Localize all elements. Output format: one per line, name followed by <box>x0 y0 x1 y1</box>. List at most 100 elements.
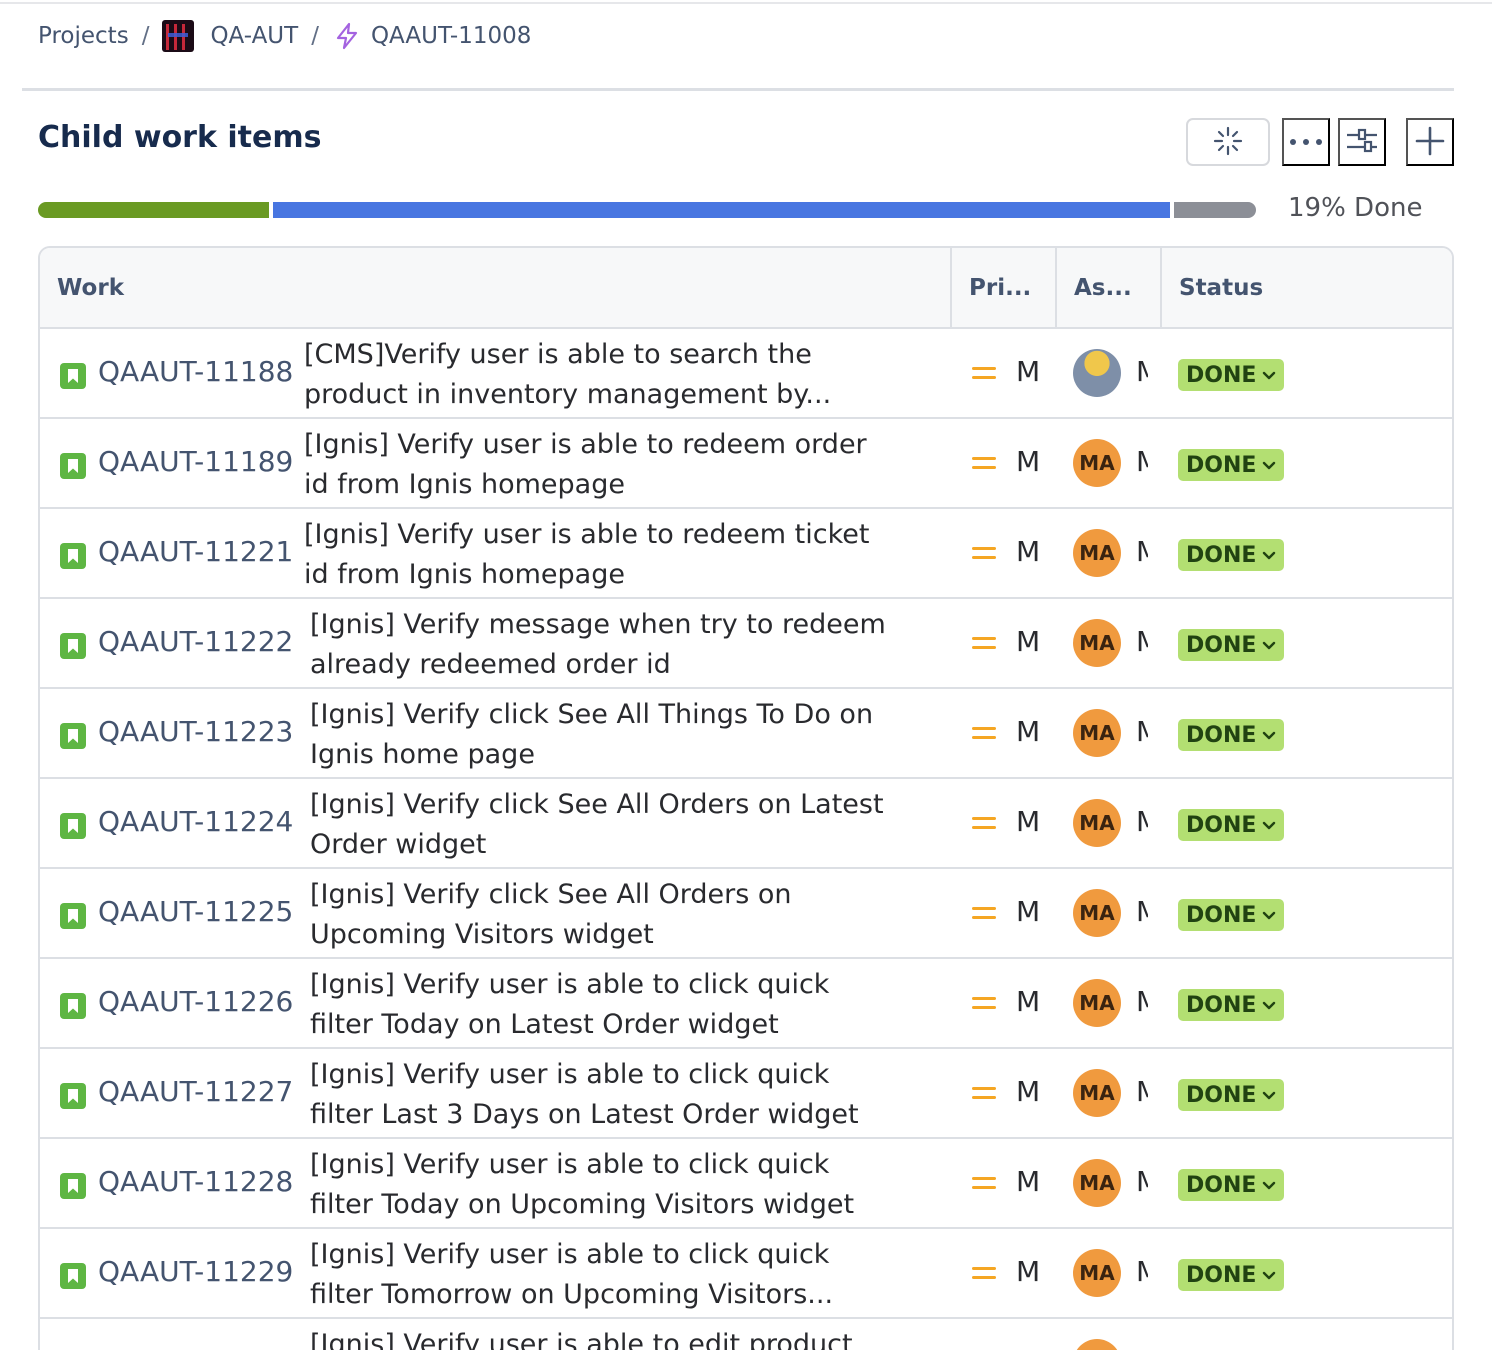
column-header-status[interactable]: Status <box>1160 248 1452 327</box>
priority-label: M <box>1016 1165 1041 1198</box>
table-row[interactable]: QAAUT-11225 [Ignis] Verify click See All … <box>40 869 1452 959</box>
assignee-avatar[interactable]: MA <box>1073 439 1121 487</box>
work-item-key[interactable]: QAAUT-11226 <box>98 985 293 1018</box>
ai-suggest-button[interactable] <box>1186 118 1270 166</box>
work-item-key[interactable]: QAAUT-11229 <box>98 1255 293 1288</box>
breadcrumb: Projects / QA-AUT / QAAUT-11008 <box>38 18 531 54</box>
status-dropdown[interactable]: DONE <box>1178 1259 1285 1291</box>
chevron-down-icon <box>1262 1088 1276 1102</box>
table-row[interactable]: QAAUT-11223 [Ignis] Verify click See All … <box>40 689 1452 779</box>
progress-label: 19% Done <box>1288 193 1423 223</box>
progress-done-segment <box>38 202 269 218</box>
status-label: DONE <box>1186 812 1257 838</box>
assignee-avatar[interactable] <box>1073 349 1121 397</box>
priority-medium-icon <box>972 725 996 741</box>
work-item-summary[interactable]: [CMS]Verify user is able to search the p… <box>304 335 890 415</box>
table-row[interactable]: QAAUT-11227 [Ignis] Verify user is able t… <box>40 1049 1452 1139</box>
column-header-work[interactable]: Work <box>40 248 950 327</box>
work-item-summary[interactable]: [Ignis] Verify message when try to redee… <box>310 605 896 685</box>
work-item-key[interactable]: QAAUT-11228 <box>98 1165 293 1198</box>
work-item-summary[interactable]: [Ignis] Verify user is able to redeem or… <box>304 425 890 505</box>
child-items-table: Work Pri... As... Status QAAUT-11188 [CMS… <box>38 246 1454 1350</box>
more-horizontal-icon <box>1288 135 1324 150</box>
table-row[interactable]: QAAUT-11221 [Ignis] Verify user is able t… <box>40 509 1452 599</box>
work-item-key[interactable]: QAAUT-11227 <box>98 1075 293 1108</box>
table-row[interactable]: QAAUT-11189 [Ignis] Verify user is able t… <box>40 419 1452 509</box>
assignee-avatar[interactable]: MA <box>1073 1069 1121 1117</box>
priority-label: M <box>1016 805 1041 838</box>
status-dropdown[interactable]: DONE <box>1178 809 1285 841</box>
work-item-summary[interactable]: [Ignis] Verify user is able to click qui… <box>310 1145 896 1225</box>
epic-lightning-icon <box>332 21 362 51</box>
table-row[interactable]: QAAUT-11229 [Ignis] Verify user is able t… <box>40 1229 1452 1319</box>
add-child-button[interactable] <box>1406 118 1454 166</box>
project-avatar <box>162 20 195 52</box>
assignee-name: M <box>1136 1165 1148 1198</box>
work-item-key[interactable]: QAAUT-11188 <box>98 355 293 388</box>
assignee-avatar[interactable]: MA <box>1073 529 1121 577</box>
priority-medium-icon <box>972 815 996 831</box>
work-item-key[interactable]: QAAUT-11224 <box>98 805 293 838</box>
chevron-down-icon <box>1262 638 1276 652</box>
assignee-avatar[interactable]: MA <box>1073 619 1121 667</box>
assignee-avatar[interactable] <box>1073 1339 1121 1350</box>
status-dropdown[interactable]: DONE <box>1178 1169 1285 1201</box>
status-label: DONE <box>1186 992 1257 1018</box>
work-item-summary[interactable]: [Ignis] Verify click See All Orders on L… <box>310 785 896 865</box>
table-row[interactable]: [Ignis] Verify user is able to edit prod… <box>40 1319 1452 1350</box>
status-label: DONE <box>1186 632 1257 658</box>
column-header-priority[interactable]: Pri... <box>950 248 1055 327</box>
status-dropdown[interactable]: DONE <box>1178 719 1285 751</box>
work-item-summary[interactable]: [Ignis] Verify click See All Orders on U… <box>310 875 896 955</box>
work-item-summary[interactable]: [Ignis] Verify user is able to click qui… <box>310 1055 896 1135</box>
status-dropdown[interactable]: DONE <box>1178 359 1285 391</box>
priority-label: M <box>1016 1075 1041 1108</box>
status-label: DONE <box>1186 1172 1257 1198</box>
column-header-assignee[interactable]: As... <box>1055 248 1160 327</box>
assignee-name: M <box>1136 535 1148 568</box>
story-icon <box>60 723 86 749</box>
work-item-key[interactable]: QAAUT-11221 <box>98 535 293 568</box>
work-item-summary[interactable]: [Ignis] Verify user is able to redeem ti… <box>304 515 890 595</box>
priority-medium-icon <box>972 365 996 381</box>
work-item-summary[interactable]: [Ignis] Verify user is able to edit prod… <box>310 1325 896 1350</box>
work-item-summary[interactable]: [Ignis] Verify click See All Things To D… <box>310 695 896 775</box>
table-row[interactable]: QAAUT-11222 [Ignis] Verify message when t… <box>40 599 1452 689</box>
assignee-avatar[interactable]: MA <box>1073 889 1121 937</box>
status-dropdown[interactable]: DONE <box>1178 1079 1285 1111</box>
view-settings-button[interactable] <box>1338 118 1386 166</box>
work-item-key[interactable]: QAAUT-11223 <box>98 715 293 748</box>
more-actions-button[interactable] <box>1282 118 1330 166</box>
assignee-name: M <box>1136 445 1148 478</box>
table-row[interactable]: QAAUT-11188 [CMS]Verify user is able to s… <box>40 329 1452 419</box>
work-item-summary[interactable]: [Ignis] Verify user is able to click qui… <box>310 1235 896 1315</box>
table-row[interactable]: QAAUT-11226 [Ignis] Verify user is able t… <box>40 959 1452 1049</box>
table-row[interactable]: QAAUT-11228 [Ignis] Verify user is able t… <box>40 1139 1452 1229</box>
assignee-avatar[interactable]: MA <box>1073 1159 1121 1207</box>
work-item-key[interactable]: QAAUT-11225 <box>98 895 293 928</box>
priority-label: M <box>1016 445 1041 478</box>
status-dropdown[interactable]: DONE <box>1178 449 1285 481</box>
priority-medium-icon <box>972 1085 996 1101</box>
assignee-name: M <box>1136 895 1148 928</box>
work-item-key[interactable]: QAAUT-11222 <box>98 625 293 658</box>
chevron-down-icon <box>1262 1178 1276 1192</box>
status-dropdown[interactable]: DONE <box>1178 539 1285 571</box>
assignee-avatar[interactable]: MA <box>1073 1249 1121 1297</box>
status-dropdown[interactable]: DONE <box>1178 629 1285 661</box>
assignee-avatar[interactable]: MA <box>1073 979 1121 1027</box>
table-row[interactable]: QAAUT-11224 [Ignis] Verify click See All … <box>40 779 1452 869</box>
work-item-summary[interactable]: [Ignis] Verify user is able to click qui… <box>310 965 896 1045</box>
chevron-down-icon <box>1262 1268 1276 1282</box>
table-header: Work Pri... As... Status <box>40 248 1452 329</box>
breadcrumb-project[interactable]: QA-AUT <box>210 23 298 49</box>
status-dropdown[interactable]: DONE <box>1178 899 1285 931</box>
work-item-key[interactable]: QAAUT-11189 <box>98 445 293 478</box>
breadcrumb-projects[interactable]: Projects <box>38 23 129 49</box>
chevron-down-icon <box>1262 998 1276 1012</box>
breadcrumb-issue[interactable]: QAAUT-11008 <box>371 23 531 49</box>
assignee-avatar[interactable]: MA <box>1073 799 1121 847</box>
assignee-avatar[interactable]: MA <box>1073 709 1121 757</box>
status-dropdown[interactable]: DONE <box>1178 989 1285 1021</box>
chevron-down-icon <box>1262 908 1276 922</box>
